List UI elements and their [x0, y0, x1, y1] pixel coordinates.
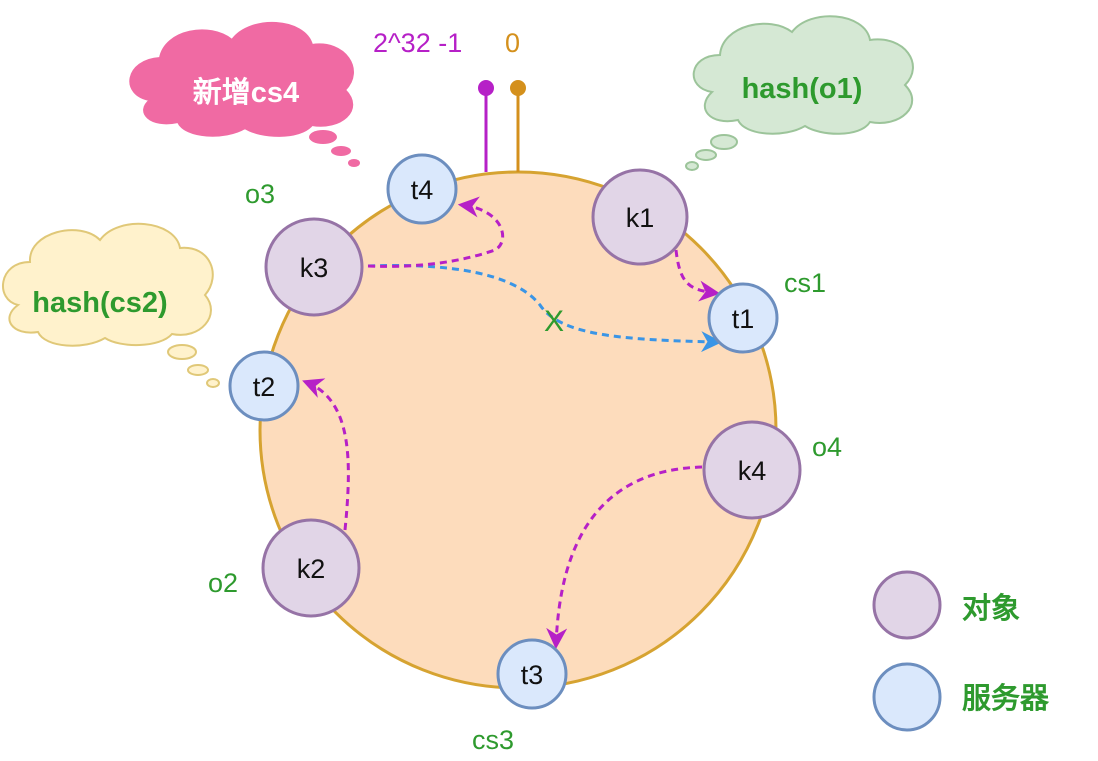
- new-server-label: 新增cs4: [193, 76, 299, 109]
- object-k3: k3: [264, 217, 364, 317]
- max-marker-dot: [478, 80, 494, 96]
- object-k2-label: k2: [297, 554, 326, 584]
- object-name-o3: o3: [245, 179, 275, 209]
- invalid-mark: X: [544, 305, 564, 338]
- hash-server-cloud: hash(cs2): [2, 222, 220, 388]
- server-t3-label: t3: [521, 660, 544, 690]
- object-k1: k1: [591, 168, 689, 266]
- server-t2: t2: [228, 350, 300, 422]
- legend-server-swatch: [872, 662, 942, 732]
- legend-server-label: 服务器: [962, 682, 1050, 715]
- object-name-o4: o4: [812, 432, 842, 462]
- server-t2-label: t2: [253, 372, 276, 402]
- server-name-cs3: cs3: [472, 725, 514, 755]
- object-k3-label: k3: [300, 253, 329, 283]
- server-t4-label: t4: [411, 175, 434, 205]
- consistent-hash-diagram: 2^32 -1 0 新增cs4 hash(o1) hash(cs2) X k1: [0, 0, 1098, 756]
- hash-object-cloud: hash(o1): [685, 15, 914, 171]
- object-k4: k4: [702, 420, 802, 520]
- legend: 对象 服务器: [872, 570, 1050, 732]
- new-server-cloud: 新增cs4: [129, 21, 360, 167]
- server-name-cs1: cs1: [784, 268, 826, 298]
- server-t1-label: t1: [732, 304, 755, 334]
- zero-label: 0: [505, 28, 520, 58]
- object-k2: k2: [261, 518, 361, 618]
- object-k4-label: k4: [738, 456, 767, 486]
- legend-object-swatch: [872, 570, 942, 640]
- hash-object-label: hash(o1): [742, 73, 863, 105]
- object-name-o2: o2: [208, 568, 238, 598]
- diagram-canvas: 2^32 -1 0 新增cs4 hash(o1) hash(cs2) X k1: [2, 15, 1050, 755]
- server-t4: t4: [386, 153, 458, 225]
- object-k1-label: k1: [626, 203, 655, 233]
- server-t3: t3: [496, 638, 568, 710]
- zero-marker-dot: [510, 80, 526, 96]
- legend-object-label: 对象: [962, 592, 1020, 625]
- max-label: 2^32 -1: [373, 28, 462, 58]
- hash-server-label: hash(cs2): [32, 287, 167, 319]
- server-t1: t1: [707, 282, 779, 354]
